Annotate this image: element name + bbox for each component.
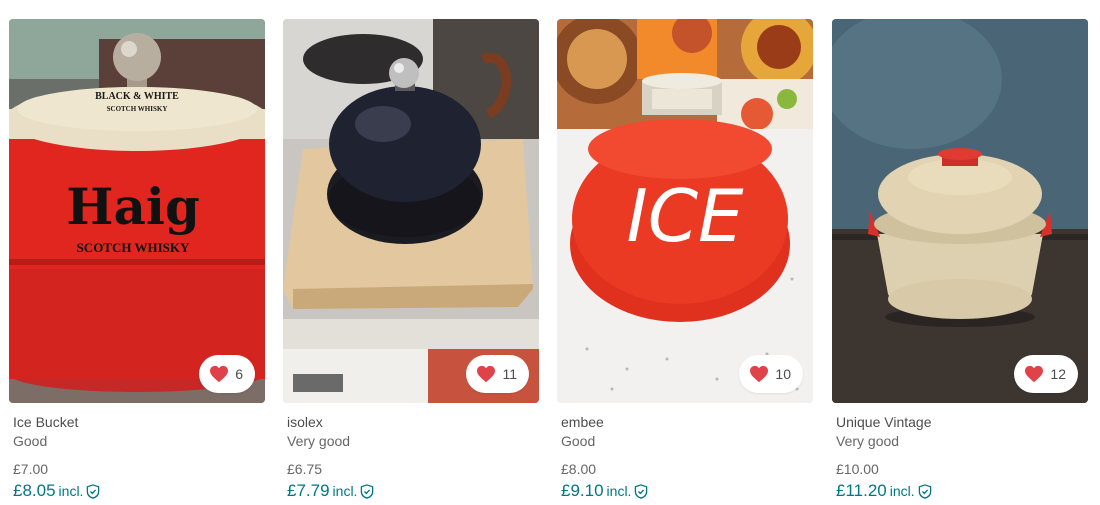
price-incl-protection[interactable]: £7.79 incl. [287,481,539,501]
favourite-button[interactable]: 10 [739,355,803,393]
incl-label: incl. [606,483,632,499]
ice-bucket-photo: BLACK & WHITE SCOTCH WHISKY Haig SCOTCH … [9,19,265,403]
brand-subtext: SCOTCH WHISKY [77,240,190,255]
product-card[interactable]: BLACK & WHITE SCOTCH WHISKY Haig SCOTCH … [9,19,265,501]
price-incl-protection[interactable]: £11.20 incl. [836,481,1088,501]
lid-text-sub: SCOTCH WHISKY [107,105,168,113]
product-card[interactable]: 12 Unique Vintage Very good £10.00 £11.2… [832,19,1088,501]
favourite-button[interactable]: 11 [466,355,529,393]
brand-text: ICE [627,174,745,258]
favourite-count: 11 [502,366,517,382]
embee-photo: ICE [557,19,813,403]
price-incl-protection[interactable]: £8.05 incl. [13,481,265,501]
shield-icon [918,483,931,499]
product-card[interactable]: 11 isolex Very good £6.75 £7.79 incl. [283,19,539,501]
product-photo[interactable]: 11 [283,19,539,403]
product-photo[interactable]: ICE 10 [557,19,813,403]
product-photo[interactable]: 12 [832,19,1088,403]
heart-icon [1025,365,1044,383]
item-price: £7.00 [13,461,49,477]
heart-icon [477,365,496,383]
item-price: £8.00 [561,461,597,477]
item-price: £10.00 [836,461,879,477]
item-condition: Good [13,433,48,449]
product-photo[interactable]: BLACK & WHITE SCOTCH WHISKY Haig SCOTCH … [9,19,265,403]
incl-label: incl. [889,483,915,499]
isolex-photo [283,19,539,403]
item-condition: Very good [287,433,351,449]
heart-icon [750,365,769,383]
price-incl-amount: £8.05 [13,481,56,500]
favourite-count: 10 [775,366,791,382]
heart-icon [210,365,229,383]
favourite-count: 6 [235,366,243,382]
item-title[interactable]: isolex [287,413,539,432]
shield-icon [87,483,100,499]
favourite-button[interactable]: 12 [1014,355,1078,393]
favourite-count: 12 [1050,366,1066,382]
brand-text: Haig [66,177,200,236]
product-grid: BLACK & WHITE SCOTCH WHISKY Haig SCOTCH … [0,0,1100,505]
shield-icon [635,483,648,499]
price-incl-amount: £9.10 [561,481,604,500]
shield-icon [361,483,374,499]
item-condition: Good [561,433,596,449]
item-title[interactable]: Unique Vintage [836,413,1088,432]
incl-label: incl. [58,483,84,499]
product-card[interactable]: ICE 10 embee Good £8.00 £9.10 incl. [557,19,813,501]
price-incl-protection[interactable]: £9.10 incl. [561,481,813,501]
unique-vintage-photo [832,19,1088,403]
price-incl-amount: £7.79 [287,481,330,500]
price-incl-amount: £11.20 [836,481,887,500]
item-condition: Very good [836,433,900,449]
favourite-button[interactable]: 6 [199,355,255,393]
item-title[interactable]: embee [561,413,813,432]
item-price: £6.75 [287,461,323,477]
item-title[interactable]: Ice Bucket [13,413,265,432]
lid-text-top: BLACK & WHITE [95,91,179,102]
incl-label: incl. [332,483,358,499]
